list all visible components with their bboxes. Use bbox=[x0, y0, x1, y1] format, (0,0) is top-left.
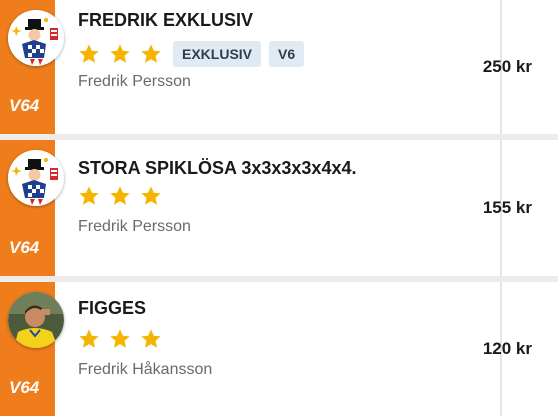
rating-row: EXKLUSIV V6 bbox=[78, 41, 310, 67]
tag-badge: EXKLUSIV bbox=[173, 41, 262, 67]
star-icon bbox=[79, 44, 99, 63]
game-badge: V64 bbox=[9, 96, 40, 115]
tip-title: STORA SPIKLÖSA 3x3x3x3x4x4. bbox=[78, 158, 357, 178]
author-name: Fredrik Håkansson bbox=[78, 361, 213, 378]
tip-title: FREDRIK EXKLUSIV bbox=[78, 10, 254, 30]
star-icon bbox=[110, 186, 130, 205]
author-name: Fredrik Persson bbox=[78, 73, 191, 90]
card-content: STORA SPIKLÖSA 3x3x3x3x4x4. Fredrik Pers… bbox=[55, 140, 558, 276]
star-icon bbox=[110, 44, 130, 63]
mascot-avatar[interactable] bbox=[8, 10, 64, 66]
rating-row bbox=[78, 185, 171, 207]
game-badge: V64 bbox=[9, 238, 40, 257]
card-content: FIGGES Fredrik Håkansson 120 kr bbox=[55, 282, 558, 416]
star-icon bbox=[141, 186, 161, 205]
game-badge: V64 bbox=[9, 378, 40, 397]
person-photo-avatar[interactable] bbox=[8, 292, 64, 348]
tag-badge: V6 bbox=[269, 41, 305, 67]
star-icon bbox=[141, 44, 161, 63]
star-icon bbox=[79, 186, 99, 205]
star-icon bbox=[79, 329, 99, 348]
tip-title: FIGGES bbox=[78, 298, 147, 318]
card-content: FREDRIK EXKLUSIV EXKLUSIV V6 Fredrik Per… bbox=[55, 0, 558, 134]
mascot-avatar[interactable] bbox=[8, 150, 64, 206]
star-icon bbox=[110, 329, 130, 348]
price-label: 120 kr bbox=[482, 339, 532, 358]
tip-card[interactable]: V64 FIGGES Fredrik Håkansson 120 kr bbox=[0, 282, 558, 416]
tip-card[interactable]: V64 FREDRIK EXKLUSIV EXKLUSIV V6 Fredrik… bbox=[0, 0, 558, 134]
price-label: 250 kr bbox=[482, 57, 532, 76]
author-name: Fredrik Persson bbox=[78, 218, 191, 235]
rating-row bbox=[78, 328, 171, 350]
price-label: 155 kr bbox=[482, 198, 532, 217]
star-icon bbox=[141, 329, 161, 348]
tip-card[interactable]: V64 STORA SPIKLÖSA 3x3x3x3x4x4. Fredrik … bbox=[0, 140, 558, 276]
tips-list: V64 FREDRIK EXKLUSIV EXKLUSIV V6 Fredrik… bbox=[0, 0, 558, 416]
